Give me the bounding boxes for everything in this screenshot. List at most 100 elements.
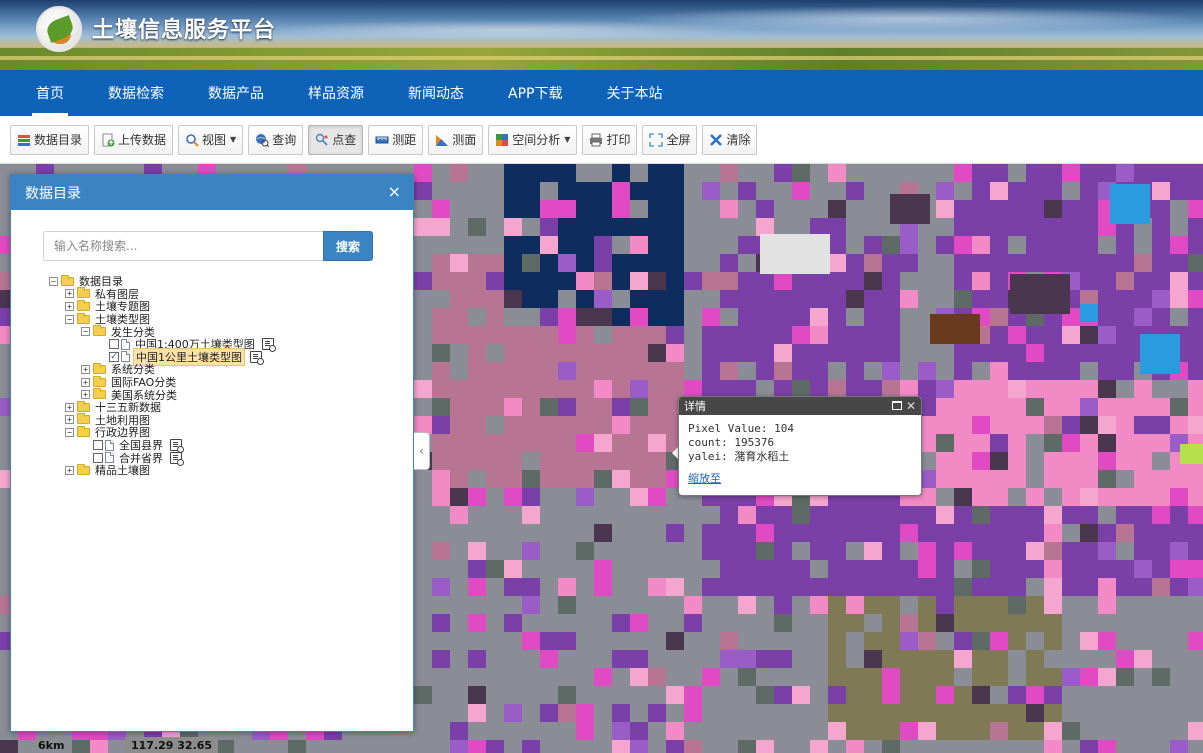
view-label: 视图 [202, 133, 227, 147]
folder-icon [77, 299, 90, 311]
tree-node-soil-type[interactable]: − 土壤类型图 [49, 312, 274, 326]
folder-icon [77, 400, 90, 412]
ruler-icon [375, 133, 389, 147]
nav-item-data-search[interactable]: 数据检索 [86, 70, 186, 116]
query-button[interactable]: 查询 [248, 124, 304, 155]
catalog-search: 搜索 [43, 231, 373, 261]
folder-icon [93, 375, 106, 387]
nav-item-data-products[interactable]: 数据产品 [186, 70, 286, 116]
layers-icon [17, 133, 31, 147]
popup-header: 详情 ✕ [679, 397, 921, 415]
layer-checkbox[interactable] [93, 440, 103, 451]
tree-node-fifteen[interactable]: + 十三五新数据 [49, 400, 274, 414]
nav-item-news[interactable]: 新闻动态 [386, 70, 486, 116]
measure-area-button[interactable]: 测面 [428, 124, 484, 155]
expand-icon[interactable]: + [65, 301, 74, 311]
spatial-analysis-button[interactable]: 空间分析 ▼ [488, 124, 578, 155]
close-icon[interactable]: ✕ [906, 398, 916, 414]
nav-item-app-download[interactable]: APP下载 [486, 70, 584, 116]
catalog-panel: 数据目录 × 搜索 −数据目录 +私有图层 +土壤专题图 −土壤类型图 −发生分… [10, 174, 414, 732]
print-label: 打印 [606, 133, 631, 147]
upload-label: 上传数据 [118, 133, 167, 147]
maximize-icon[interactable] [892, 401, 902, 410]
expand-icon[interactable]: + [65, 415, 74, 425]
document-icon [121, 338, 130, 350]
expand-icon[interactable]: + [81, 377, 90, 387]
tree-node-private-layers[interactable]: + 私有图层 [49, 287, 274, 301]
expand-icon[interactable]: + [65, 402, 74, 412]
collapse-icon[interactable]: − [49, 276, 58, 286]
main-nav: 首页 数据检索 数据产品 样品资源 新闻动态 APP下载 关于本站 [0, 70, 1203, 116]
measure-distance-button[interactable]: 测距 [368, 124, 424, 155]
expand-icon[interactable]: + [81, 364, 90, 374]
layer-checkbox[interactable] [93, 452, 103, 463]
folder-icon [93, 388, 106, 400]
close-icon[interactable]: × [388, 182, 401, 202]
metadata-icon[interactable] [170, 439, 184, 454]
catalog-search-button[interactable]: 搜索 [323, 231, 373, 261]
query-globe-icon [255, 133, 270, 147]
measure-area-label: 测面 [452, 133, 477, 147]
nav-item-sample-resources[interactable]: 样品资源 [286, 70, 386, 116]
print-button[interactable]: 打印 [582, 124, 638, 155]
nav-item-home[interactable]: 首页 [14, 70, 86, 116]
collapse-icon[interactable]: − [81, 327, 90, 337]
metadata-icon[interactable] [250, 350, 264, 365]
count-text: count: 195376 [688, 436, 775, 449]
catalog-label: 数据目录 [34, 133, 83, 147]
catalog-tree: − 数据目录 + 私有图层 + 土壤专题图 − 土壤类型图 − 发生分类 中国1:400万… [49, 274, 276, 477]
folder-icon [77, 413, 90, 425]
tree-node-premium[interactable]: + 精品土壤图 [49, 463, 274, 477]
clear-label: 清除 [726, 133, 751, 147]
metadata-icon[interactable] [170, 451, 184, 466]
folder-icon [77, 425, 90, 437]
collapse-icon[interactable]: − [65, 427, 74, 437]
catalog-search-input[interactable] [43, 231, 323, 261]
fullscreen-label: 全屏 [666, 133, 691, 147]
point-query-button[interactable]: 点查 [308, 124, 364, 155]
collapse-icon[interactable]: − [65, 314, 74, 324]
upload-file-icon [101, 133, 115, 147]
tree-node-layer-1km[interactable]: ✓ 中国1公里土壤类型图 [49, 347, 274, 366]
tree-node-province[interactable]: 合并省界 [49, 451, 274, 466]
document-icon [105, 452, 114, 464]
scale-bar-label: 6km [38, 739, 65, 752]
tree-node-root[interactable]: − 数据目录 [49, 274, 274, 288]
caret-down-icon: ▼ [230, 135, 237, 144]
layer-checkbox[interactable] [109, 339, 119, 350]
upload-button[interactable]: 上传数据 [94, 124, 174, 155]
folder-icon [77, 312, 90, 324]
folder-icon [93, 362, 106, 374]
coordinate-readout: 117.29 32.65 [125, 737, 219, 753]
magnifier-icon [185, 133, 199, 147]
metadata-icon[interactable] [261, 338, 276, 353]
detail-popup: 详情 ✕ Pixel Value: 104 count: 195376 yale… [678, 396, 922, 496]
close-x-icon [709, 133, 723, 147]
document-icon [105, 439, 114, 451]
catalog-panel-header: 数据目录 × [11, 175, 413, 210]
tree-node-soil-thematic[interactable]: + 土壤专题图 [49, 299, 274, 313]
catalog-button[interactable]: 数据目录 [10, 124, 90, 155]
tree-node-landuse[interactable]: + 土地利用图 [49, 413, 274, 427]
view-dropdown-button[interactable]: 视图 ▼ [178, 124, 244, 155]
map-toolbar: 数据目录 上传数据 视图 ▼ 查询 点查 测距 测面 空间分析 ▼ 打印 全屏 … [0, 116, 1203, 164]
measure-distance-label: 测距 [392, 133, 417, 147]
fullscreen-icon [649, 132, 664, 147]
site-title: 土壤信息服务平台 [92, 18, 277, 43]
expand-icon[interactable]: + [65, 465, 74, 475]
expand-icon[interactable]: + [65, 289, 74, 299]
fullscreen-button[interactable]: 全屏 [642, 124, 698, 155]
nav-item-about[interactable]: 关于本站 [584, 70, 684, 116]
expand-icon[interactable]: + [81, 390, 90, 400]
caret-down-icon: ▼ [564, 135, 571, 144]
point-query-label: 点查 [332, 133, 357, 147]
point-query-icon [315, 133, 329, 147]
soil-leaf-logo [36, 6, 82, 52]
spatial-analysis-label: 空间分析 [512, 133, 561, 147]
popup-title: 详情 [684, 400, 706, 413]
folder-icon [77, 463, 90, 475]
layer-checkbox-checked[interactable]: ✓ [109, 351, 119, 362]
clear-button[interactable]: 清除 [702, 124, 758, 155]
panel-collapse-handle[interactable]: ‹ [414, 432, 430, 470]
zoom-to-link[interactable]: 缩放至 [688, 472, 721, 486]
